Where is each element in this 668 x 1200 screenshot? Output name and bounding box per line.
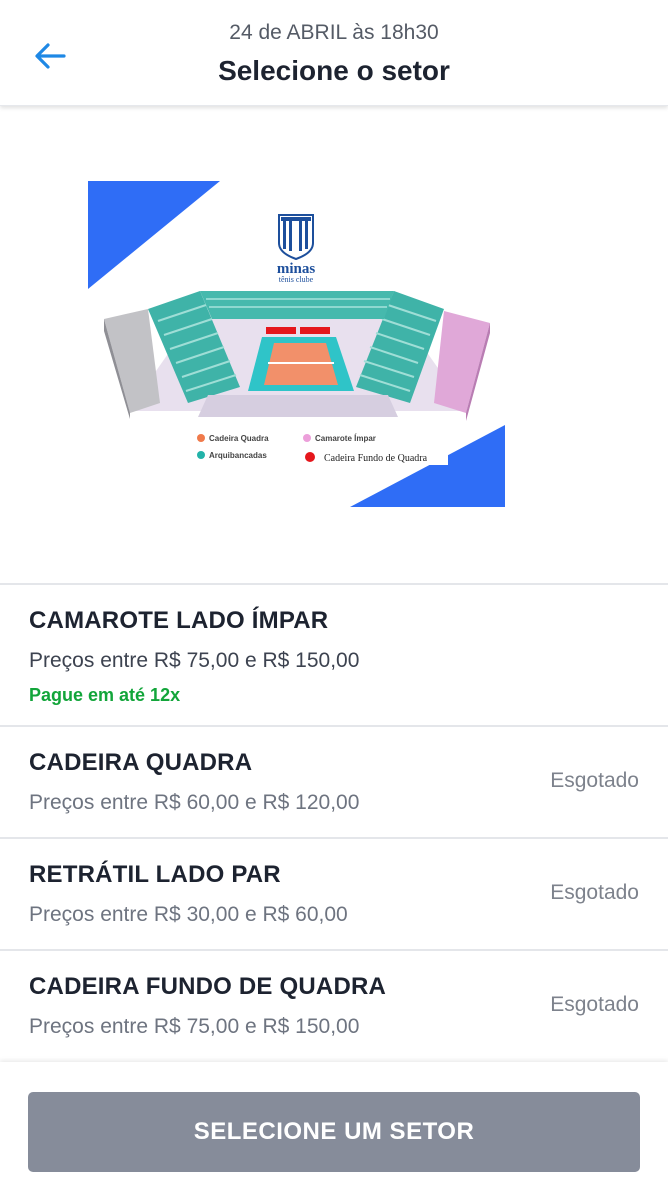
sector-item-camarote-lado-impar[interactable]: CAMAROTE LADO ÍMPAR Preços entre R$ 75,0… <box>0 583 668 725</box>
sector-price-range: Preços entre R$ 75,00 e R$ 150,00 <box>29 649 360 672</box>
legend-swatch-camarote-impar <box>303 434 311 442</box>
club-logo-icon <box>278 214 314 261</box>
footer: SELECIONE UM SETOR <box>0 1062 668 1200</box>
sector-name: CAMAROTE LADO ÍMPAR <box>29 607 329 634</box>
event-date: 24 de ABRIL às 18h30 <box>229 21 439 44</box>
select-sector-button[interactable]: SELECIONE UM SETOR <box>28 1092 640 1172</box>
legend-swatch-arquibancadas <box>197 451 205 459</box>
sold-out-label: Esgotado <box>550 881 639 904</box>
legend-swatch-cadeira-quadra <box>197 434 205 442</box>
page-title: Selecione o setor <box>218 55 450 86</box>
sector-item-retratil-lado-par[interactable]: RETRÁTIL LADO PAR Preços entre R$ 30,00 … <box>0 837 668 949</box>
sold-out-label: Esgotado <box>550 993 639 1016</box>
club-subtitle: tênis clube <box>279 275 314 284</box>
sector-price-range: Preços entre R$ 75,00 e R$ 150,00 <box>29 1015 360 1038</box>
legend-label-cadeira-quadra: Cadeira Quadra <box>209 434 269 443</box>
header: 24 de ABRIL às 18h30 Selecione o setor <box>0 0 668 106</box>
sector-list: CAMAROTE LADO ÍMPAR Preços entre R$ 75,0… <box>0 583 668 1061</box>
map-legend: Cadeira Quadra Camarote Ímpar Arquibanca… <box>197 434 448 465</box>
sector-price-range: Preços entre R$ 30,00 e R$ 60,00 <box>29 903 348 926</box>
sector-name: CADEIRA QUADRA <box>29 749 253 776</box>
venue-map: minas tênis clube Cadeira Quadra Camarot… <box>88 181 505 507</box>
sector-name: CADEIRA FUNDO DE QUADRA <box>29 973 387 1000</box>
venue-map-graphic: minas tênis clube Cadeira Quadra Camarot… <box>88 181 505 507</box>
legend-label-fundo-de-quadra: Cadeira Fundo de Quadra <box>324 453 428 464</box>
sector-item-cadeira-fundo-de-quadra[interactable]: CADEIRA FUNDO DE QUADRA Preços entre R$ … <box>0 949 668 1061</box>
sector-name: RETRÁTIL LADO PAR <box>29 861 281 888</box>
sector-item-cadeira-quadra[interactable]: CADEIRA QUADRA Preços entre R$ 60,00 e R… <box>0 725 668 837</box>
legend-label-arquibancadas: Arquibancadas <box>209 451 267 460</box>
installments-note: Pague em até 12x <box>29 685 181 705</box>
sector-price-range: Preços entre R$ 60,00 e R$ 120,00 <box>29 791 360 814</box>
legend-label-camarote-impar: Camarote Ímpar <box>315 434 376 443</box>
legend-swatch-fundo-de-quadra <box>305 452 315 462</box>
arena-illustration <box>104 291 490 421</box>
sold-out-label: Esgotado <box>550 769 639 792</box>
corner-triangle-top <box>88 181 220 289</box>
